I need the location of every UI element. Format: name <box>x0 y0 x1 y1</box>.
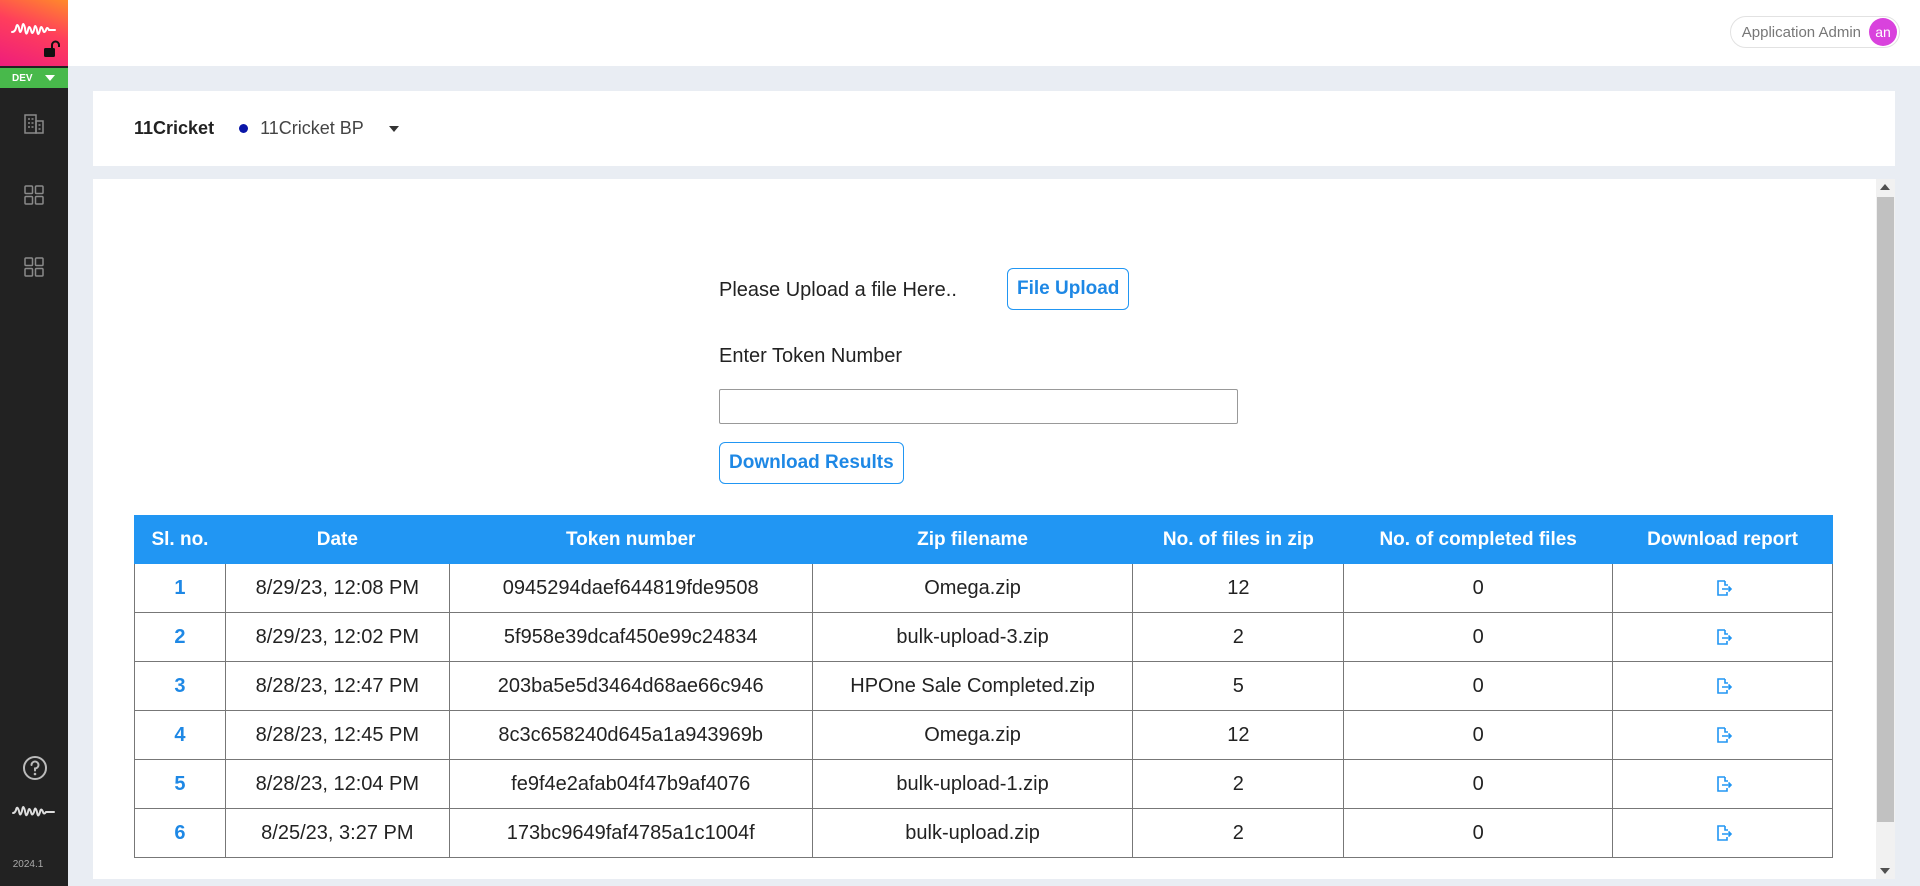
scroll-down-arrow-icon[interactable] <box>1880 868 1890 874</box>
table-row: 3 8/28/23, 12:47 PM 203ba5e5d3464d68ae66… <box>134 661 1833 711</box>
environment-selector[interactable]: DEV <box>0 68 68 88</box>
sidebar: DEV 2024.1 <box>0 0 68 886</box>
row-serial-link[interactable]: 2 <box>134 612 226 662</box>
download-report-cell <box>1612 808 1833 858</box>
export-file-icon[interactable] <box>1713 823 1733 843</box>
status-dot-icon <box>239 124 249 133</box>
table-row: 6 8/25/23, 3:27 PM 173bc9649faf4785a1c10… <box>134 808 1833 858</box>
row-completed-count: 0 <box>1343 563 1614 613</box>
row-token: 173bc9649faf4785a1c1004f <box>448 808 813 858</box>
export-file-icon[interactable] <box>1713 725 1733 745</box>
main-panel: Please Upload a file Here.. File Upload … <box>93 179 1895 879</box>
column-header[interactable]: Zip filename <box>811 515 1134 564</box>
row-zip-filename: Omega.zip <box>811 563 1134 613</box>
download-report-cell <box>1612 661 1833 711</box>
row-token: 203ba5e5d3464d68ae66c946 <box>448 661 813 711</box>
waveform-logo-icon <box>11 23 56 35</box>
row-token: 5f958e39dcaf450e99c24834 <box>448 612 813 662</box>
row-date: 8/29/23, 12:08 PM <box>224 563 450 613</box>
row-serial-link[interactable]: 5 <box>134 759 226 809</box>
column-header[interactable]: Sl. no. <box>134 515 226 564</box>
waveform-mini-icon <box>12 806 55 817</box>
row-files-count: 12 <box>1132 710 1345 760</box>
brand-logo[interactable] <box>0 0 68 66</box>
row-zip-filename: bulk-upload-3.zip <box>811 612 1134 662</box>
token-number-input[interactable] <box>719 389 1238 424</box>
file-upload-button[interactable]: File Upload <box>1007 268 1130 310</box>
column-header[interactable]: Date <box>224 515 450 564</box>
vertical-scrollbar[interactable] <box>1876 179 1895 879</box>
row-completed-count: 0 <box>1343 661 1614 711</box>
avatar: an <box>1869 18 1897 46</box>
user-menu[interactable]: Application Admin an <box>1729 16 1900 48</box>
column-header[interactable]: No. of files in zip <box>1132 515 1345 564</box>
row-zip-filename: bulk-upload.zip <box>811 808 1134 858</box>
column-header[interactable]: Token number <box>448 515 813 564</box>
row-token: 0945294daef644819fde9508 <box>448 563 813 613</box>
org-unit-selector[interactable]: 11Cricket BP <box>260 118 364 139</box>
row-files-count: 12 <box>1132 563 1345 613</box>
table-row: 2 8/29/23, 12:02 PM 5f958e39dcaf450e99c2… <box>134 612 1833 662</box>
row-date: 8/28/23, 12:45 PM <box>224 710 450 760</box>
version-label: 2024.1 <box>12 859 44 870</box>
chevron-down-icon <box>44 75 55 81</box>
building-icon[interactable] <box>22 112 46 136</box>
row-files-count: 2 <box>1132 808 1345 858</box>
scroll-up-arrow-icon[interactable] <box>1880 184 1890 190</box>
row-date: 8/25/23, 3:27 PM <box>224 808 450 858</box>
org-bar: 11Cricket 11Cricket BP <box>93 91 1895 166</box>
grid-icon[interactable] <box>22 255 46 279</box>
environment-label: DEV <box>12 72 33 84</box>
table-header-row: Sl. no. Date Token number Zip filename N… <box>134 515 1833 564</box>
row-zip-filename: bulk-upload-1.zip <box>811 759 1134 809</box>
table-row: 5 8/28/23, 12:04 PM fe9f4e2afab04f47b9af… <box>134 759 1833 809</box>
table-row: 1 8/29/23, 12:08 PM 0945294daef644819fde… <box>134 563 1833 613</box>
column-header[interactable]: No. of completed files <box>1343 515 1614 564</box>
download-report-cell <box>1612 563 1833 613</box>
row-files-count: 2 <box>1132 612 1345 662</box>
scrollbar-thumb[interactable] <box>1877 197 1894 822</box>
export-file-icon[interactable] <box>1713 578 1733 598</box>
row-serial-link[interactable]: 3 <box>134 661 226 711</box>
row-token: fe9f4e2afab04f47b9af4076 <box>448 759 813 809</box>
row-files-count: 5 <box>1132 661 1345 711</box>
row-completed-count: 0 <box>1343 808 1614 858</box>
row-files-count: 2 <box>1132 759 1345 809</box>
export-file-icon[interactable] <box>1713 676 1733 696</box>
top-header: Application Admin an <box>68 0 1920 66</box>
upload-label: Please Upload a file Here.. <box>719 279 957 301</box>
row-date: 8/29/23, 12:02 PM <box>224 612 450 662</box>
unlocked-icon[interactable] <box>43 40 61 58</box>
chevron-down-icon[interactable] <box>388 125 399 132</box>
row-serial-link[interactable]: 1 <box>134 563 226 613</box>
column-header[interactable]: Download report <box>1612 515 1833 564</box>
row-completed-count: 0 <box>1343 710 1614 760</box>
row-zip-filename: HPOne Sale Completed.zip <box>811 661 1134 711</box>
row-serial-link[interactable]: 4 <box>134 710 226 760</box>
org-name: 11Cricket <box>134 118 215 138</box>
export-file-icon[interactable] <box>1713 774 1733 794</box>
row-zip-filename: Omega.zip <box>811 710 1134 760</box>
row-date: 8/28/23, 12:04 PM <box>224 759 450 809</box>
export-file-icon[interactable] <box>1713 627 1733 647</box>
table-row: 4 8/28/23, 12:45 PM 8c3c658240d645a1a943… <box>134 710 1833 760</box>
download-report-cell <box>1612 612 1833 662</box>
row-completed-count: 0 <box>1343 759 1614 809</box>
download-report-cell <box>1612 759 1833 809</box>
help-circle-icon[interactable] <box>22 755 48 781</box>
row-token: 8c3c658240d645a1a943969b <box>448 710 813 760</box>
download-results-button[interactable]: Download Results <box>719 442 904 484</box>
token-label: Enter Token Number <box>719 345 903 367</box>
user-name: Application Admin <box>1741 23 1861 41</box>
row-completed-count: 0 <box>1343 612 1614 662</box>
download-report-cell <box>1612 710 1833 760</box>
row-date: 8/28/23, 12:47 PM <box>224 661 450 711</box>
row-serial-link[interactable]: 6 <box>134 808 226 858</box>
grid-icon[interactable] <box>22 183 46 207</box>
results-table: Sl. no. Date Token number Zip filename N… <box>134 515 1833 858</box>
